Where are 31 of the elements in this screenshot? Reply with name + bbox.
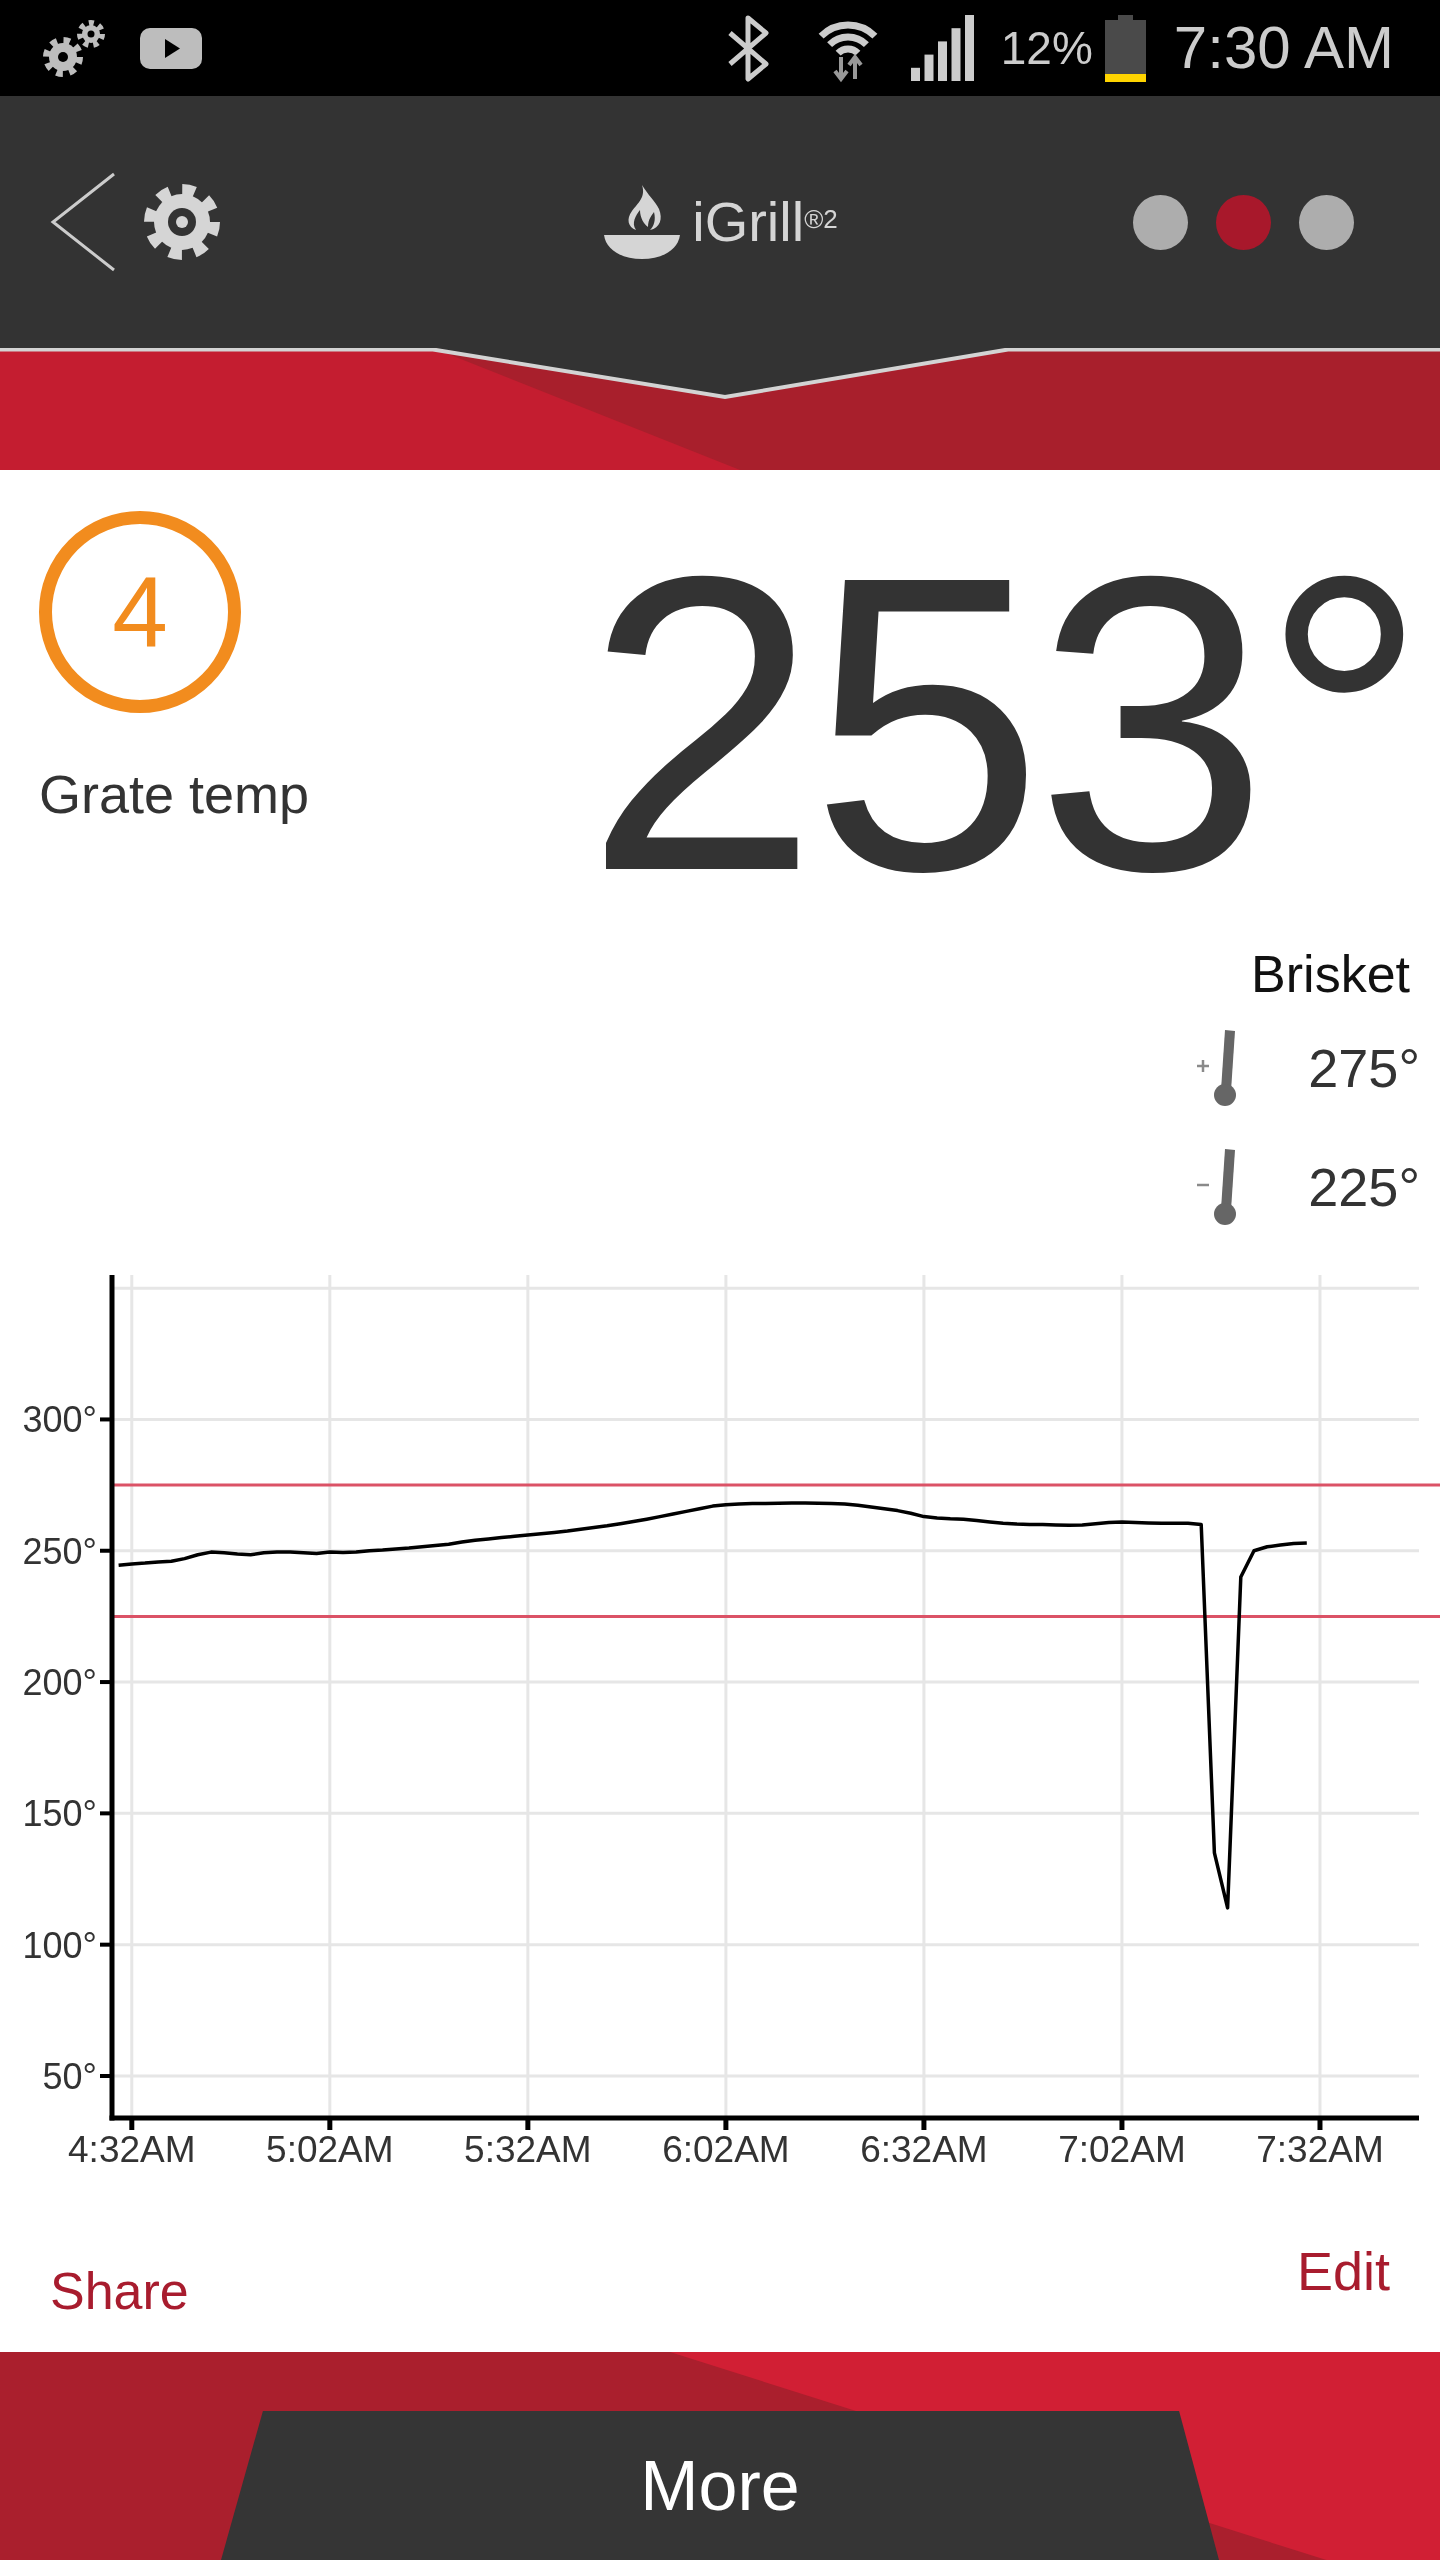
x-tick-label: 5:02AM	[266, 2129, 394, 2170]
x-tick-label: 6:32AM	[860, 2129, 988, 2170]
signal-icon	[910, 15, 975, 81]
alarm-temperature[interactable]: 275°	[1308, 1041, 1420, 1095]
logo-text: iGrill$^{®2}$	[692, 194, 838, 250]
action-link[interactable]: Share	[50, 2265, 189, 2317]
x-tick-label: 5:32AM	[464, 2129, 592, 2170]
flame-icon	[602, 183, 683, 261]
gears-icon	[41, 18, 108, 78]
y-tick-label: 250°	[22, 1530, 97, 1572]
y-tick-label: 50°	[42, 2055, 97, 2097]
y-tick-label: 100°	[22, 1924, 97, 1966]
x-tick-label: 6:02AM	[662, 2129, 790, 2170]
clock-time: 7:30 AM	[1173, 18, 1394, 78]
battery-percent: 12%	[1000, 25, 1093, 71]
current-temperature: 253°	[584, 514, 1420, 934]
back-icon[interactable]	[50, 172, 116, 272]
y-tick-label: 200°	[22, 1662, 97, 1703]
battery-icon	[1104, 14, 1146, 82]
video-play-icon	[140, 27, 202, 69]
alarm-temperature[interactable]: 225°	[1308, 1160, 1420, 1214]
probe-name: Brisket	[1251, 948, 1410, 1000]
action-link[interactable]: Edit	[1296, 2244, 1390, 2298]
probe-number: 4	[39, 511, 241, 713]
settings-icon[interactable]	[143, 183, 221, 261]
x-tick-label: 7:32AM	[1256, 2129, 1384, 2170]
y-tick-label: 300°	[22, 1399, 97, 1441]
y-tick-label: 150°	[22, 1793, 97, 1835]
more-button[interactable]: More	[221, 2411, 1219, 2560]
x-tick-label: 4:32AM	[68, 2129, 196, 2170]
x-tick-label: 7:02AM	[1058, 2129, 1186, 2170]
